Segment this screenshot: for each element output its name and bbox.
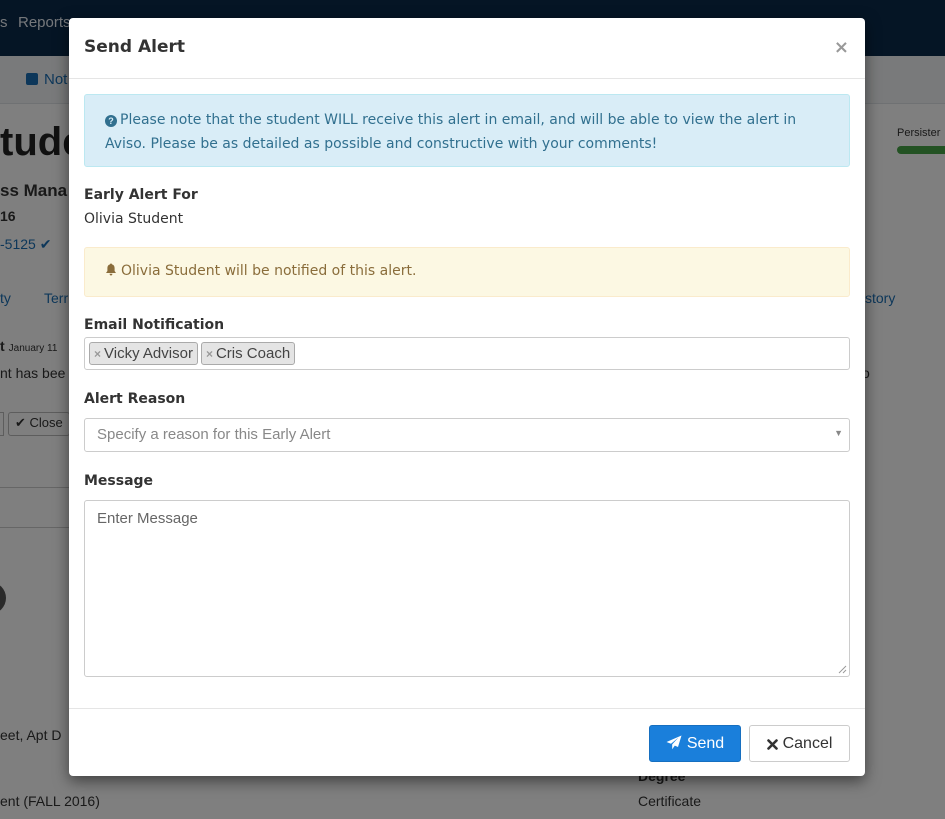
paper-plane-icon (666, 735, 682, 750)
student-name: Olivia Student (84, 211, 184, 227)
early-alert-for-label: Early Alert For (84, 187, 198, 203)
send-label: Send (686, 735, 725, 752)
send-button[interactable]: Send (649, 725, 741, 762)
cancel-label: Cancel (782, 735, 833, 752)
recipient-tag: × Cris Coach (200, 342, 296, 365)
cancel-button[interactable]: Cancel (749, 725, 850, 762)
times-icon (766, 739, 778, 750)
resize-handle-icon[interactable] (838, 665, 847, 674)
recipient-name: Cris Coach (215, 345, 291, 362)
send-alert-modal: Send Alert × ? Please note that the stude… (69, 18, 865, 776)
message-textarea[interactable]: Enter Message (84, 500, 850, 677)
bell-icon (106, 263, 116, 276)
remove-tag-icon[interactable]: × (94, 347, 101, 361)
alert-reason-select[interactable]: Specify a reason for this Early Alert ▼ (84, 418, 850, 452)
caret-down-icon: ▼ (834, 428, 843, 438)
recipient-name: Vicky Advisor (104, 345, 193, 362)
modal-header: Send Alert × (69, 18, 865, 79)
email-recipients-input[interactable]: × Vicky Advisor × Cris Coach (84, 337, 850, 370)
alert-reason-placeholder: Specify a reason for this Early Alert (97, 426, 331, 443)
question-circle-icon: ? (105, 115, 117, 127)
email-notification-label: Email Notification (84, 317, 225, 333)
message-placeholder: Enter Message (97, 510, 198, 527)
modal-title: Send Alert (84, 37, 185, 57)
alert-reason-label: Alert Reason (84, 391, 186, 407)
info-alert: ? Please note that the student WILL recei… (84, 94, 850, 167)
notify-warning: Olivia Student will be notified of this … (84, 247, 850, 297)
close-icon[interactable]: × (834, 37, 849, 58)
modal-footer: Send Cancel (69, 708, 865, 776)
notify-message: Olivia Student will be notified of this … (121, 263, 417, 279)
message-label: Message (84, 473, 154, 489)
recipient-tag: × Vicky Advisor (89, 342, 198, 365)
info-message: Please note that the student WILL receiv… (105, 112, 797, 152)
remove-tag-icon[interactable]: × (206, 347, 213, 361)
